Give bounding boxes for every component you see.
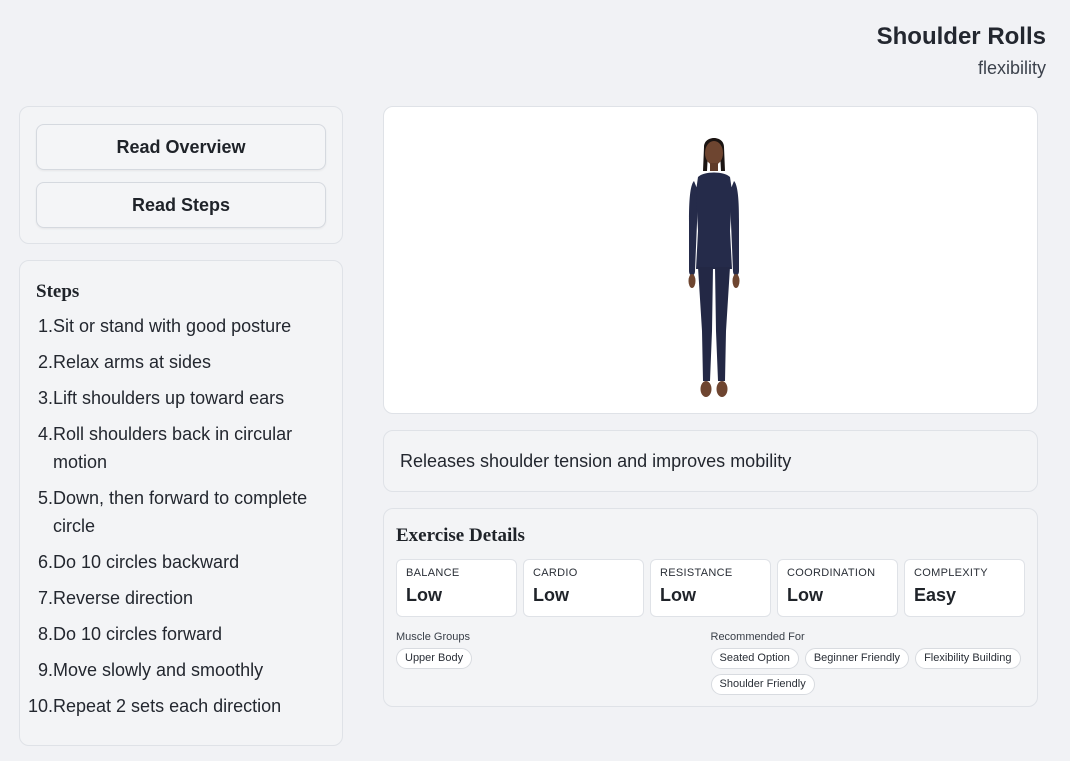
exercise-category: flexibility [977, 58, 1046, 78]
step-item: 7. Reverse direction [36, 584, 342, 620]
stats-row: BALANCE Low CARDIO Low RESISTANCE Low CO… [396, 559, 1025, 617]
stat-label: COMPLEXITY [914, 567, 988, 579]
steps-panel: Steps 1. Sit or stand with good posture 2… [19, 260, 343, 746]
step-number: 8. [37, 624, 53, 644]
step-number: 5. [37, 488, 53, 508]
step-number: 1. [37, 316, 53, 336]
stat-coordination: COORDINATION Low [777, 559, 898, 617]
exercise-figure-image [688, 138, 740, 397]
muscle-groups: Muscle Groups Upper Body [396, 631, 711, 695]
step-item: 1. Sit or stand with good posture [36, 312, 342, 348]
step-item: 2. Relax arms at sides [36, 348, 342, 384]
read-steps-button[interactable]: Read Steps [36, 182, 326, 228]
step-number: 7. [37, 588, 53, 608]
stat-complexity: COMPLEXITY Easy [904, 559, 1025, 617]
step-text: Reverse direction [53, 588, 194, 608]
stat-label: BALANCE [406, 567, 460, 579]
recommended-chip: Shoulder Friendly [710, 674, 815, 695]
stat-label: COORDINATION [787, 567, 876, 579]
recommended-for: Recommended For Seated Option Beginner F… [710, 631, 1026, 695]
step-text: Do 10 circles backward [53, 552, 240, 572]
exercise-title: Shoulder Rolls [876, 23, 1046, 50]
step-number: 10. [27, 696, 53, 716]
step-number: 9. [37, 660, 53, 680]
muscle-groups-label: Muscle Groups [396, 631, 470, 643]
stat-resistance: RESISTANCE Low [650, 559, 771, 617]
tags-row: Muscle Groups Upper Body Recommended For… [396, 631, 1025, 695]
recommended-chip: Flexibility Building [915, 648, 1021, 669]
step-number: 4. [37, 424, 53, 444]
step-text: Down, then forward to complete circle [53, 488, 308, 536]
step-text: Repeat 2 sets each direction [53, 696, 282, 716]
recommended-chips: Seated Option Beginner Friendly Flexibil… [710, 648, 1026, 695]
step-item: 9. Move slowly and smoothly [36, 656, 342, 692]
stat-value: Low [406, 585, 442, 605]
step-text: Lift shoulders up toward ears [53, 388, 285, 408]
actions-panel: Read Overview Read Steps [19, 106, 343, 244]
step-item: 4. Roll shoulders back in circular motion [36, 420, 342, 484]
step-number: 3. [37, 388, 53, 408]
stat-label: CARDIO [533, 567, 578, 579]
steps-heading: Steps [36, 281, 80, 302]
stat-balance: BALANCE Low [396, 559, 517, 617]
step-item: 6. Do 10 circles backward [36, 548, 342, 584]
step-item: 3. Lift shoulders up toward ears [36, 384, 342, 420]
step-text: Relax arms at sides [53, 352, 212, 372]
muscle-group-chip: Upper Body [396, 648, 473, 669]
description-text: Releases shoulder tension and improves m… [400, 450, 792, 471]
exercise-details-panel: Exercise Details BALANCE Low CARDIO Low … [383, 508, 1038, 707]
read-overview-button[interactable]: Read Overview [36, 124, 326, 170]
step-number: 2. [37, 352, 53, 372]
step-text: Do 10 circles forward [53, 624, 223, 644]
stat-label: RESISTANCE [660, 567, 733, 579]
step-text: Move slowly and smoothly [53, 660, 264, 680]
step-text: Sit or stand with good posture [53, 316, 292, 336]
step-item: 10. Repeat 2 sets each direction [28, 692, 342, 728]
steps-list: 1. Sit or stand with good posture 2. Relax… [28, 312, 342, 728]
stat-value: Easy [914, 585, 957, 605]
step-number: 6. [37, 552, 53, 572]
muscle-groups-chips: Upper Body [396, 648, 711, 669]
step-text: Roll shoulders back in circular motion [53, 424, 293, 472]
details-heading: Exercise Details [396, 525, 525, 546]
step-item: 5. Down, then forward to complete circle [36, 484, 342, 548]
recommended-for-label: Recommended For [710, 631, 805, 643]
recommended-chip: Seated Option [710, 648, 799, 669]
stat-cardio: CARDIO Low [523, 559, 644, 617]
stat-value: Low [533, 585, 569, 605]
stat-value: Low [660, 585, 696, 605]
exercise-description: Releases shoulder tension and improves m… [383, 430, 1038, 492]
step-item: 8. Do 10 circles forward [36, 620, 342, 656]
stat-value: Low [787, 585, 823, 605]
page-header: Shoulder Rolls flexibility [877, 22, 1046, 80]
exercise-image-panel [383, 106, 1038, 414]
recommended-chip: Beginner Friendly [804, 648, 910, 669]
